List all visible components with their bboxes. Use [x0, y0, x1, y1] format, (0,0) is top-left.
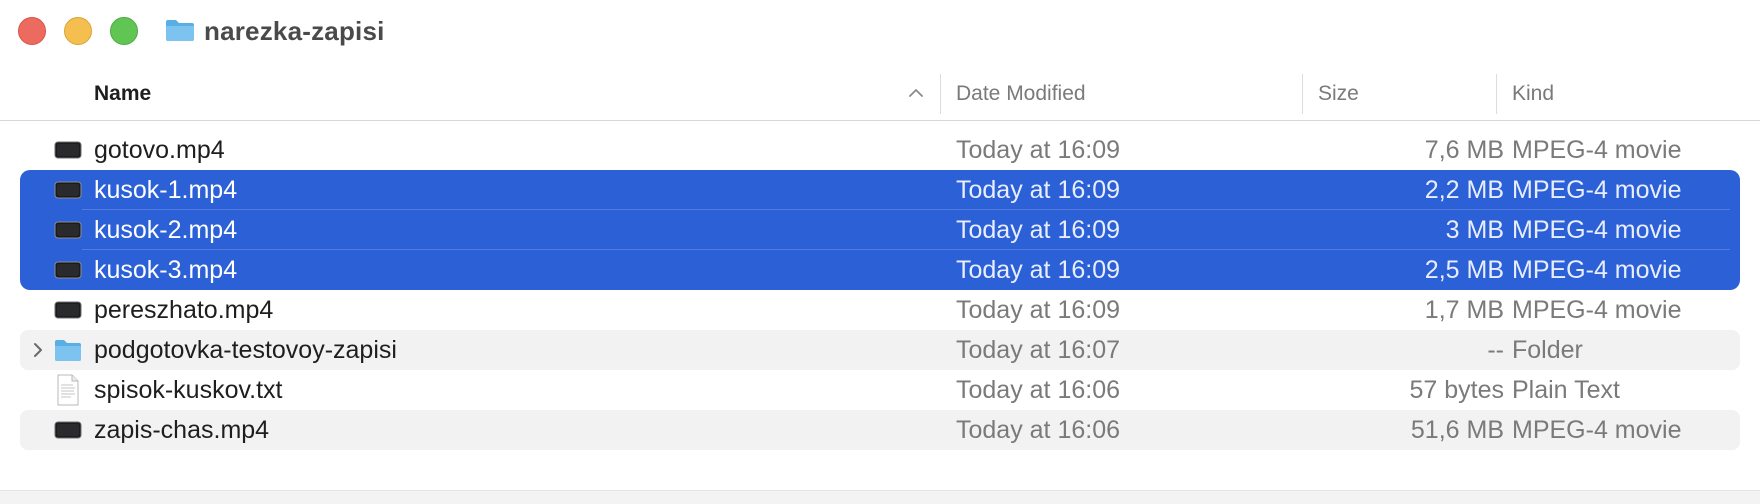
minimize-button[interactable]: [64, 17, 92, 45]
video-file-icon: [54, 421, 82, 439]
file-kind: MPEG-4 movie: [1512, 296, 1682, 324]
maximize-button[interactable]: [110, 17, 138, 45]
file-name: spisok-kuskov.txt: [94, 376, 283, 404]
file-date-modified: Today at 16:06: [956, 376, 1121, 404]
file-size: 3 MB: [1445, 216, 1504, 244]
file-name: pereszhato.mp4: [94, 296, 274, 324]
file-size: 7,6 MB: [1424, 136, 1504, 164]
chevron-up-icon[interactable]: [905, 82, 927, 104]
column-divider[interactable]: [1302, 74, 1303, 114]
file-row[interactable]: spisok-kuskov.txt Today at 16:06 57 byte…: [20, 370, 1740, 410]
file-kind: Folder: [1512, 336, 1583, 364]
file-date-modified: Today at 16:07: [956, 336, 1121, 364]
file-row-selected[interactable]: kusok-1.mp4 Today at 16:09 2,2 MB MPEG-4…: [20, 170, 1740, 210]
window-title: narezka-zapisi: [204, 16, 385, 46]
file-name: gotovo.mp4: [94, 136, 225, 164]
folder-row[interactable]: podgotovka-testovoy-zapisi Today at 16:0…: [20, 330, 1740, 370]
file-size: --: [1487, 336, 1504, 364]
column-header-name[interactable]: Name: [94, 78, 151, 110]
folder-icon: [166, 20, 194, 41]
file-name: kusok-1.mp4: [94, 176, 238, 204]
close-button[interactable]: [18, 17, 46, 45]
file-name: podgotovka-testovoy-zapisi: [94, 336, 397, 364]
video-file-icon: [54, 261, 82, 279]
column-header-kind[interactable]: Kind: [1512, 78, 1554, 110]
finder-window: narezka-zapisi Name Date Modified Size K…: [0, 0, 1760, 504]
file-row[interactable]: gotovo.mp4 Today at 16:09 7,6 MB MPEG-4 …: [20, 130, 1740, 170]
file-size: 2,5 MB: [1424, 256, 1504, 284]
file-date-modified: Today at 16:09: [956, 216, 1121, 244]
video-file-icon: [54, 181, 82, 199]
file-date-modified: Today at 16:09: [956, 296, 1121, 324]
file-kind: MPEG-4 movie: [1512, 256, 1682, 284]
file-name: zapis-chas.mp4: [94, 416, 270, 444]
file-name: kusok-2.mp4: [94, 216, 238, 244]
disclosure-triangle-icon[interactable]: [28, 340, 48, 360]
video-file-icon: [54, 221, 82, 239]
file-name: kusok-3.mp4: [94, 256, 238, 284]
file-row-selected[interactable]: kusok-3.mp4 Today at 16:09 2,5 MB MPEG-4…: [20, 249, 1740, 290]
file-kind: MPEG-4 movie: [1512, 176, 1682, 204]
file-size: 57 bytes: [1409, 376, 1504, 404]
file-size: 51,6 MB: [1410, 416, 1504, 444]
file-kind: MPEG-4 movie: [1512, 136, 1682, 164]
title-bar: narezka-zapisi: [0, 0, 1760, 62]
column-divider[interactable]: [940, 74, 941, 114]
video-file-icon: [54, 301, 82, 319]
file-date-modified: Today at 16:09: [956, 176, 1121, 204]
column-header-date-modified[interactable]: Date Modified: [956, 78, 1086, 110]
file-row[interactable]: pereszhato.mp4 Today at 16:09 1,7 MB MPE…: [20, 290, 1740, 330]
video-file-icon: [54, 141, 82, 159]
text-file-icon: [57, 374, 79, 406]
file-date-modified: Today at 16:09: [956, 136, 1121, 164]
file-kind: MPEG-4 movie: [1512, 216, 1682, 244]
status-bar: [0, 490, 1760, 504]
column-header-size[interactable]: Size: [1318, 78, 1359, 110]
file-size: 1,7 MB: [1424, 296, 1504, 324]
column-divider[interactable]: [1496, 74, 1497, 114]
column-header: Name Date Modified Size Kind: [0, 68, 1760, 121]
file-kind: MPEG-4 movie: [1512, 416, 1682, 444]
file-row-selected[interactable]: kusok-2.mp4 Today at 16:09 3 MB MPEG-4 m…: [20, 209, 1740, 250]
file-size: 2,2 MB: [1424, 176, 1504, 204]
file-date-modified: Today at 16:09: [956, 256, 1121, 284]
file-row[interactable]: zapis-chas.mp4 Today at 16:06 51,6 MB MP…: [20, 410, 1740, 450]
file-kind: Plain Text: [1512, 376, 1620, 404]
folder-icon: [55, 340, 81, 361]
file-date-modified: Today at 16:06: [956, 416, 1121, 444]
